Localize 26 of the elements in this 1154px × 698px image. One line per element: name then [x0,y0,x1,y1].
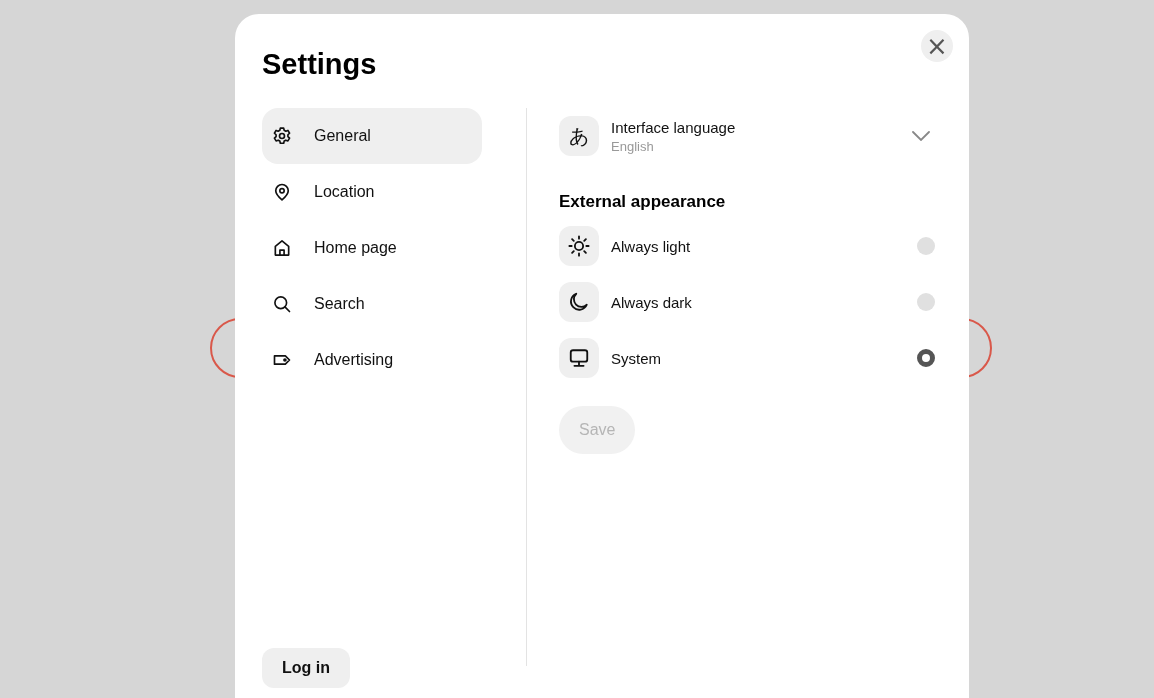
chevron-down-icon[interactable] [912,131,930,141]
monitor-icon [559,338,599,378]
radio-button[interactable] [917,349,935,367]
location-pin-icon [272,182,292,202]
language-value: English [611,138,655,154]
login-button[interactable]: Log in [262,648,350,688]
option-label: Always light [611,237,692,255]
search-icon [272,294,292,314]
settings-icon [272,126,292,146]
sidebar-item[interactable]: Location [262,164,482,220]
section-heading: External appearance [559,192,727,212]
option-label: System [611,349,662,367]
sidebar-item[interactable]: Search [262,276,482,332]
sidebar-item[interactable]: Home page [262,220,482,276]
moon-icon [559,282,599,322]
radio-button[interactable] [917,293,935,311]
sidebar-item[interactable]: General [262,108,482,164]
sidebar-item[interactable]: Advertising [262,332,482,388]
option-label: Always dark [611,293,693,311]
sun-icon [559,226,599,266]
dialog-title: Settings [262,48,377,81]
close-button[interactable]: × [921,30,953,62]
house-icon [272,238,292,258]
language-label: Interface language [611,118,737,136]
language-icon: あ [559,116,599,156]
radio-button[interactable] [917,237,935,255]
